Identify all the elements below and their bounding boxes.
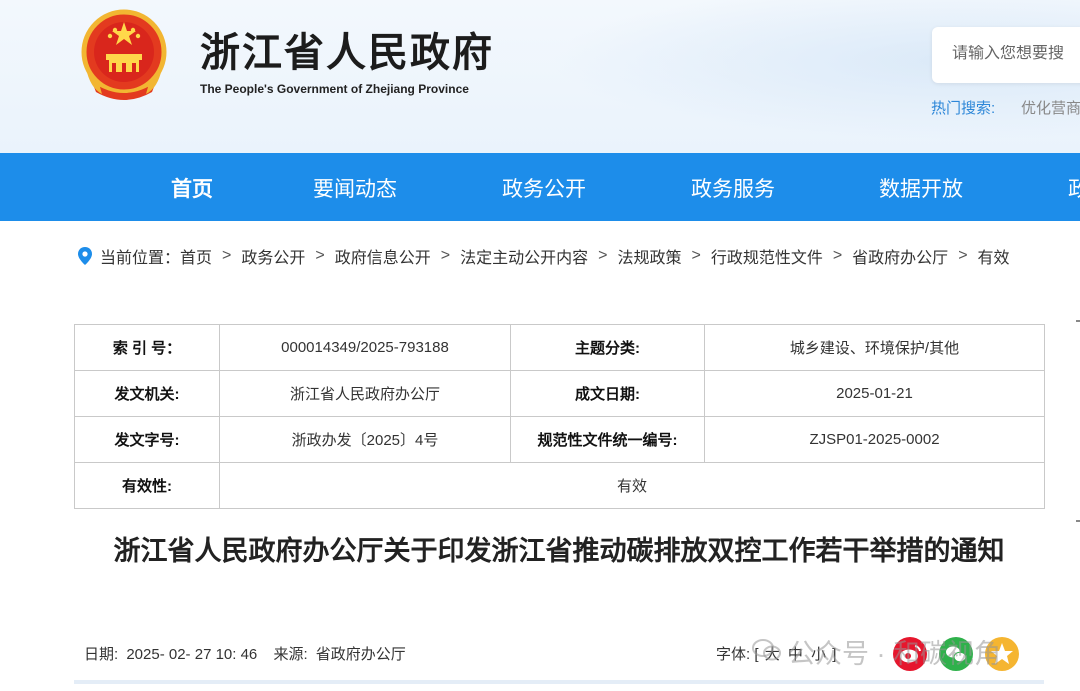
breadcrumb-prefix: 当前位置： — [100, 250, 181, 267]
document-meta: 日期: 2025- 02- 27 10: 46 来源: 省政府办公厅 — [84, 643, 410, 664]
breadcrumb-item[interactable]: 法规政策 — [617, 244, 681, 268]
index-value: 000014349/2025-793188 — [219, 324, 511, 371]
breadcrumb-item[interactable]: 政府信息公开 — [335, 244, 431, 268]
search-input[interactable] — [952, 45, 1080, 63]
topic-label: 主题分类: — [510, 324, 705, 371]
breadcrumb-separator: > — [958, 247, 968, 264]
table-row: 发文机关: 浙江省人民政府办公厅 成文日期: 2025-01-21 — [74, 370, 1045, 417]
breadcrumb-separator: > — [440, 247, 451, 264]
side-mark — [1076, 320, 1080, 322]
breadcrumb-item[interactable]: 有效 — [978, 244, 1010, 268]
search-box — [932, 27, 1080, 83]
meta-date-value: 2025- 02- 27 10: 46 — [126, 646, 258, 663]
table-row: 有效性: 有效 — [74, 462, 1045, 509]
issuer-label: 发文机关: — [74, 370, 220, 417]
topic-value: 城乡建设、环境保护/其他 — [704, 324, 1045, 371]
breadcrumb-separator: > — [832, 247, 843, 264]
site-header: 浙江省人民政府 The People's Government of Zheji… — [0, 0, 1080, 153]
meta-date-label: 日期: — [84, 646, 119, 663]
breadcrumb-separator: > — [222, 247, 232, 264]
nav-item-more[interactable]: 政 — [1068, 173, 1080, 203]
hot-search-label: 热门搜索: — [931, 100, 996, 117]
site-title[interactable]: 浙江省人民政府 — [200, 20, 494, 78]
main-nav: 首页 要闻动态 政务公开 政务服务 数据开放 政 — [0, 153, 1080, 221]
index-label: 索 引 号： — [74, 324, 220, 371]
nav-item-home[interactable]: 首页 — [171, 173, 213, 203]
docno-value: 浙政办发〔2025〕4号 — [219, 416, 511, 463]
document-title: 浙江省人民政府办公厅关于印发浙江省推动碳排放双控工作若干举措的通知 — [113, 536, 1005, 566]
date-value: 2025-01-21 — [704, 370, 1045, 417]
side-mark — [1076, 520, 1080, 522]
nav-item-gov-affairs[interactable]: 政务公开 — [502, 173, 586, 203]
breadcrumb-item[interactable]: 首页 — [180, 244, 212, 268]
breadcrumb-separator: > — [315, 247, 325, 264]
national-emblem-icon[interactable] — [80, 8, 168, 100]
meta-source-label: 来源: — [273, 646, 308, 663]
breadcrumb-item[interactable]: 省政府办公厅 — [852, 244, 948, 268]
document-info-table: 索 引 号： 000014349/2025-793188 主题分类: 城乡建设、… — [74, 324, 1045, 509]
page: 浙江省人民政府 The People's Government of Zheji… — [0, 0, 1080, 691]
hot-search-item[interactable]: 优化营商 — [1021, 97, 1080, 118]
validity-label: 有效性: — [74, 462, 220, 509]
code-label: 规范性文件统一编号: — [510, 416, 705, 463]
table-row: 索 引 号： 000014349/2025-793188 主题分类: 城乡建设、… — [74, 324, 1045, 371]
code-value: ZJSP01-2025-0002 — [704, 416, 1045, 463]
meta-source-value: 省政府办公厅 — [315, 646, 406, 663]
table-row: 发文字号: 浙政办发〔2025〕4号 规范性文件统一编号: ZJSP01-202… — [74, 416, 1045, 463]
breadcrumb-separator: > — [598, 247, 608, 264]
location-pin-icon — [78, 247, 92, 265]
breadcrumb-item[interactable]: 行政规范性文件 — [711, 244, 823, 268]
watermark-text: 公众号 · 和碳视角 — [788, 639, 1001, 669]
breadcrumb-separator: > — [691, 247, 701, 264]
docno-label: 发文字号: — [74, 416, 220, 463]
font-size-label: 字体: — [716, 646, 751, 663]
site-subtitle: The People's Government of Zhejiang Prov… — [200, 82, 469, 96]
breadcrumb: 当前位置： 首页 > 政务公开 > 政府信息公开 > 法定主动公开内容 > 法规… — [78, 245, 1010, 267]
issuer-value: 浙江省人民政府办公厅 — [219, 370, 511, 417]
nav-item-open-data[interactable]: 数据开放 — [879, 173, 963, 203]
breadcrumb-item[interactable]: 法定主动公开内容 — [460, 244, 588, 268]
breadcrumb-item[interactable]: 政务公开 — [241, 244, 305, 268]
nav-item-gov-services[interactable]: 政务服务 — [691, 173, 775, 203]
nav-item-news[interactable]: 要闻动态 — [313, 173, 397, 203]
validity-value: 有效 — [219, 462, 1045, 509]
date-label: 成文日期: — [510, 370, 705, 417]
content-divider — [74, 680, 1044, 684]
wechat-watermark-icon — [752, 639, 781, 661]
